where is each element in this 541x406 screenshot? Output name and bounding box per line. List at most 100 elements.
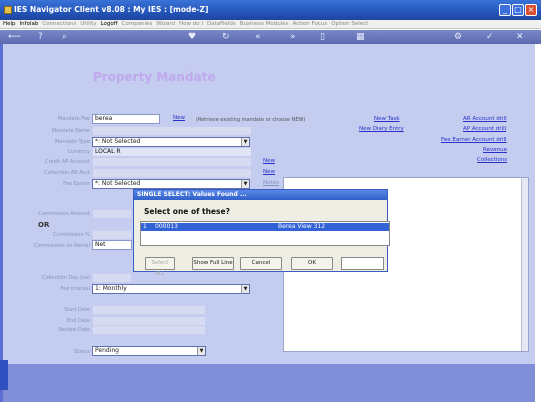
credit-ap-input[interactable] (92, 157, 252, 167)
retrieve-hint: (Retrieve existing mandate or choose NEW… (196, 117, 306, 123)
page-title: Property Mandate (93, 70, 216, 84)
window-title: IES Navigator Client v8.08 : My IES : [m… (14, 5, 209, 14)
single-select-dialog: SINGLE SELECT: Values Found ... Select o… (133, 189, 390, 277)
commission-on-input[interactable]: Net (92, 240, 132, 250)
collections-link[interactable]: Collections (477, 157, 507, 163)
menu-item[interactable]: Infolab (20, 21, 39, 27)
menu-bar: Help Infolab Connections Utility Logoff Compa… (0, 20, 541, 29)
help-icon[interactable]: ? (38, 30, 43, 44)
menu-item[interactable]: DataFields (207, 21, 236, 27)
show-full-line-button[interactable]: Show Full Line (192, 257, 234, 270)
commission-amount-label: Commission Amount (38, 211, 90, 217)
values-list[interactable]: 1 000013 Berea View 312 (140, 221, 390, 246)
mandate-name-label: Mandate Name (51, 128, 90, 134)
mandate-type-value: *: Not Selected (95, 138, 141, 145)
collection-day-label: Collection Day (no) (42, 275, 90, 281)
ok-button[interactable]: OK (291, 257, 333, 270)
credit-ap-label: Credit AP Account (45, 159, 90, 165)
currency-input[interactable]: LOCAL R (92, 147, 252, 157)
search-icon[interactable]: ⌕ (62, 30, 67, 44)
grid-icon[interactable]: ▦ (356, 30, 365, 44)
cancel-button[interactable]: Cancel (240, 257, 282, 270)
or-label: OR (38, 221, 50, 229)
new-diary-link[interactable]: New Diary Entry (359, 126, 404, 132)
fee-earner-select[interactable]: *: Not Selected ▼ (92, 179, 250, 189)
menu-item[interactable]: How do I (179, 21, 203, 27)
new-ar-link[interactable]: New (263, 169, 275, 175)
mandate-type-label: Mandate Type (55, 139, 90, 145)
row-index: 1 (143, 223, 147, 230)
minimize-button[interactable]: _ (499, 4, 511, 16)
commission-on-label: Commission on Rental (34, 243, 90, 249)
ap-drill-link[interactable]: AP Account drill (463, 126, 506, 132)
fee-interval-label: Fee interval (60, 286, 90, 292)
row-code: 000013 (155, 223, 178, 230)
status-label: Status (74, 349, 90, 355)
exit-icon[interactable]: ✕ (516, 30, 524, 44)
fee-earner-value: *: Not Selected (95, 180, 141, 187)
start-date-label: Start Date (64, 307, 90, 313)
toolbar: ⟵ ? ⌕ ♥ ↻ « » ▯ ▦ ⚙ ✓ ✕ (0, 30, 541, 44)
currency-label: Currency (67, 149, 90, 155)
commission-pct-label: Commission % (53, 232, 90, 238)
commission-pct-input[interactable] (92, 230, 132, 240)
mandate-fee-input[interactable]: berea (92, 114, 160, 124)
chevron-down-icon: ▼ (241, 138, 249, 146)
app-icon (4, 6, 12, 14)
notes-link[interactable]: Notes (263, 180, 279, 186)
footer-panel (3, 364, 535, 402)
new-mandate-link[interactable]: New (173, 115, 185, 121)
fee-earner-drill-link[interactable]: Fee Earner Account drill (441, 137, 507, 143)
mandate-fee-label: Mandate Fee (57, 116, 90, 122)
fee-earner-label: Fee Earner (63, 181, 90, 187)
collection-ar-label: Collection AR Acct (44, 170, 90, 176)
close-button[interactable]: × (525, 4, 537, 16)
menu-item[interactable]: Wizard (156, 21, 175, 27)
mandate-type-select[interactable]: *: Not Selected ▼ (92, 137, 250, 147)
check-icon[interactable]: ✓ (486, 30, 494, 44)
commission-amount-input[interactable] (92, 209, 132, 219)
status-select[interactable]: Pending ▼ (92, 346, 206, 356)
dialog-input[interactable] (341, 257, 384, 270)
end-date-label: End Date (66, 318, 90, 324)
status-value: Pending (95, 347, 119, 354)
menu-item[interactable]: Utility (80, 21, 96, 27)
forward-icon[interactable]: » (290, 30, 296, 44)
refresh-icon[interactable]: ↻ (222, 30, 230, 44)
revenue-link[interactable]: Revenue (483, 147, 507, 153)
maximize-button[interactable]: □ (512, 4, 524, 16)
review-date-label: Review Date (58, 327, 90, 333)
gear-icon[interactable]: ⚙ (454, 30, 462, 44)
chevron-down-icon: ▼ (197, 347, 205, 355)
menu-item[interactable]: Help (3, 21, 16, 27)
menu-item[interactable]: Companies (122, 21, 153, 27)
collection-ar-input[interactable] (92, 168, 252, 178)
menu-item[interactable]: Action Focus (293, 21, 328, 27)
scrollbar[interactable] (521, 178, 528, 351)
menu-item[interactable]: Connections (42, 21, 76, 27)
review-date-input[interactable] (92, 325, 206, 335)
menu-item[interactable]: Option Select (331, 21, 368, 27)
mandate-name-input[interactable] (92, 126, 252, 136)
back-arrow-icon[interactable]: ⟵ (8, 30, 21, 44)
chevron-down-icon: ▼ (241, 285, 249, 293)
new-ap-link[interactable]: New (263, 158, 275, 164)
menu-item[interactable]: Logoff (101, 21, 118, 27)
heart-icon[interactable]: ♥ (188, 30, 196, 44)
dialog-prompt: Select one of these? (144, 207, 230, 216)
window-titlebar: IES Navigator Client v8.08 : My IES : [m… (0, 0, 541, 20)
fee-interval-value: 1: Monthly (95, 285, 127, 292)
rewind-icon[interactable]: « (255, 30, 261, 44)
dialog-title: SINGLE SELECT: Values Found ... (134, 190, 387, 200)
ar-drill-link[interactable]: AR Account drill (463, 116, 507, 122)
new-task-link[interactable]: New Task (374, 116, 400, 122)
chevron-down-icon: ▼ (241, 180, 249, 188)
list-item[interactable]: 1 000013 Berea View 312 (141, 223, 389, 231)
start-date-input[interactable] (92, 305, 206, 315)
select-all-button[interactable]: Select ALL (145, 257, 175, 277)
fee-interval-select[interactable]: 1: Monthly ▼ (92, 284, 250, 294)
document-icon[interactable]: ▯ (320, 30, 325, 44)
collection-day-input[interactable] (92, 273, 132, 283)
menu-item[interactable]: Business Modules (240, 21, 289, 27)
side-tab[interactable] (0, 360, 8, 390)
